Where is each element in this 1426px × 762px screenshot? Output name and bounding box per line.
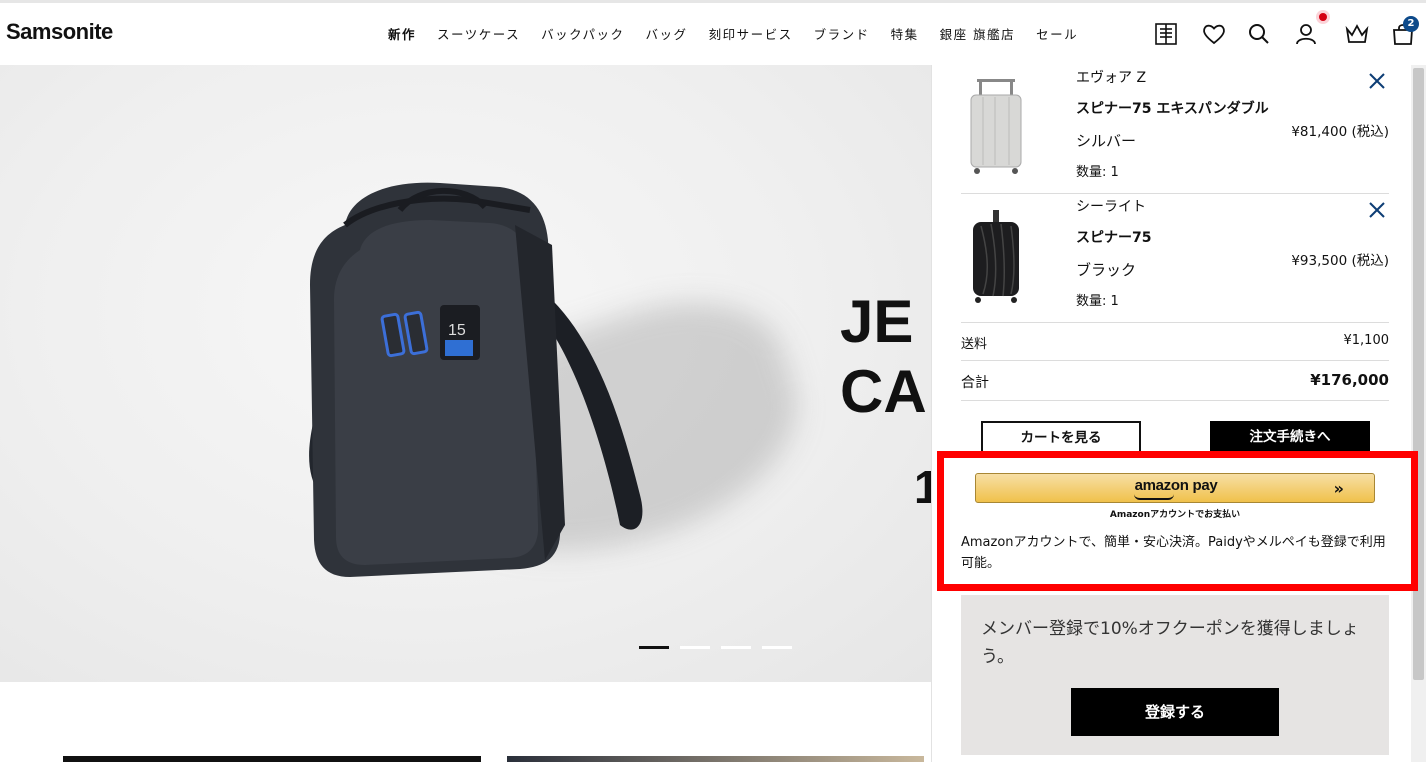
- samsonite-logo[interactable]: Samsonite: [6, 19, 113, 45]
- crown-icon[interactable]: [1342, 17, 1372, 51]
- nav-item-suitcase[interactable]: スーツケース: [437, 24, 520, 43]
- backpack-image: 15: [309, 182, 643, 578]
- cart-item-brand: シーライト: [1076, 199, 1146, 215]
- summary-divider: [961, 400, 1389, 401]
- nav-item-engraving[interactable]: 刻印サービス: [709, 24, 793, 43]
- cart-item-price: ¥93,500 (税込): [1291, 253, 1389, 269]
- notification-dot: [1316, 10, 1330, 24]
- total-label: 合計: [961, 375, 989, 391]
- cart-item-price: ¥81,400 (税込): [1291, 124, 1389, 140]
- nav-item-ginza-store[interactable]: 銀座 旗艦店: [940, 24, 1015, 43]
- cart-count-badge: 2: [1403, 16, 1419, 32]
- hero-banner[interactable]: 15 JE CA 1: [0, 65, 931, 682]
- double-chevron-icon: »: [1333, 479, 1344, 498]
- nav-item-bag[interactable]: バッグ: [646, 24, 688, 43]
- total-value: ¥176,000: [1310, 371, 1389, 389]
- cart-item-brand: エヴォア Z: [1076, 70, 1147, 86]
- amazon-pay-logo: amazon pay: [1134, 477, 1218, 494]
- amazon-pay-caption: Amazonアカウントでお支払い: [1109, 510, 1241, 520]
- carousel-indicators: [639, 646, 792, 649]
- amazon-pay-description: Amazonアカウントで、簡単・安心決済。Paidyやメルペイも登録で利用可能。: [961, 535, 1386, 571]
- cart-item-name[interactable]: スピナー75 エキスパンダブル: [1076, 98, 1269, 118]
- nav-item-backpack[interactable]: バックパック: [541, 24, 624, 43]
- cart-item: シーライト スピナー75 ブラック 数量: 1 ¥93,500 (税込): [961, 194, 1389, 322]
- carousel-dot-2[interactable]: [680, 646, 710, 649]
- cart-item-quantity: 数量: 1: [1076, 294, 1119, 309]
- cart-item-name[interactable]: スピナー75: [1076, 227, 1151, 247]
- promo-thumbnail-1[interactable]: [63, 756, 481, 762]
- nav-item-brand[interactable]: ブランド: [814, 24, 870, 43]
- remove-item-close-icon[interactable]: [1367, 71, 1387, 91]
- nav-item-sale[interactable]: セール: [1036, 24, 1078, 43]
- silver-suitcase-image: [970, 79, 1022, 174]
- cart-item: エヴォア Z スピナー75 エキスパンダブル シルバー 数量: 1 ¥81,40…: [961, 65, 1389, 193]
- promo-thumbnail-2[interactable]: [507, 756, 924, 762]
- nav-item-feature[interactable]: 特集: [891, 24, 919, 43]
- cart-item-color: ブラック: [1076, 261, 1137, 279]
- black-suitcase-image: [973, 210, 1019, 303]
- amazon-smile-icon: [1134, 494, 1174, 500]
- remove-item-close-icon[interactable]: [1367, 200, 1387, 220]
- carousel-dot-4[interactable]: [762, 646, 792, 649]
- amazon-pay-button[interactable]: amazon pay »: [975, 473, 1375, 503]
- view-cart-button[interactable]: カートを見る: [981, 421, 1141, 453]
- member-promo: メンバー登録で10%オフクーポンを獲得しましょう。 登録する: [961, 595, 1389, 755]
- hero-headline: JE CA: [840, 288, 927, 425]
- carousel-dot-3[interactable]: [721, 646, 751, 649]
- nav-item-new[interactable]: 新作: [388, 24, 416, 43]
- hero-number: 1: [914, 461, 931, 513]
- account-icon[interactable]: [1291, 17, 1321, 51]
- catalog-icon[interactable]: [1151, 17, 1181, 51]
- summary-divider: [961, 360, 1389, 361]
- checkout-button[interactable]: 注文手続きへ: [1210, 421, 1370, 453]
- wishlist-heart-icon[interactable]: [1199, 17, 1229, 51]
- cart-item-color: シルバー: [1076, 132, 1137, 150]
- item-divider: [961, 322, 1389, 323]
- register-button[interactable]: 登録する: [1071, 688, 1279, 736]
- main-nav: 新作 スーツケース バックパック バッグ 刻印サービス ブランド 特集 銀座 旗…: [388, 24, 1099, 43]
- cart-item-quantity: 数量: 1: [1076, 165, 1119, 180]
- shipping-value: ¥1,100: [1343, 333, 1390, 348]
- svg-text:15: 15: [448, 322, 466, 339]
- search-icon[interactable]: [1244, 17, 1274, 51]
- promo-text: メンバー登録で10%オフクーポンを獲得しましょう。: [981, 619, 1359, 667]
- shipping-label: 送料: [961, 337, 988, 352]
- content-area: [0, 682, 931, 762]
- carousel-dot-1[interactable]: [639, 646, 669, 649]
